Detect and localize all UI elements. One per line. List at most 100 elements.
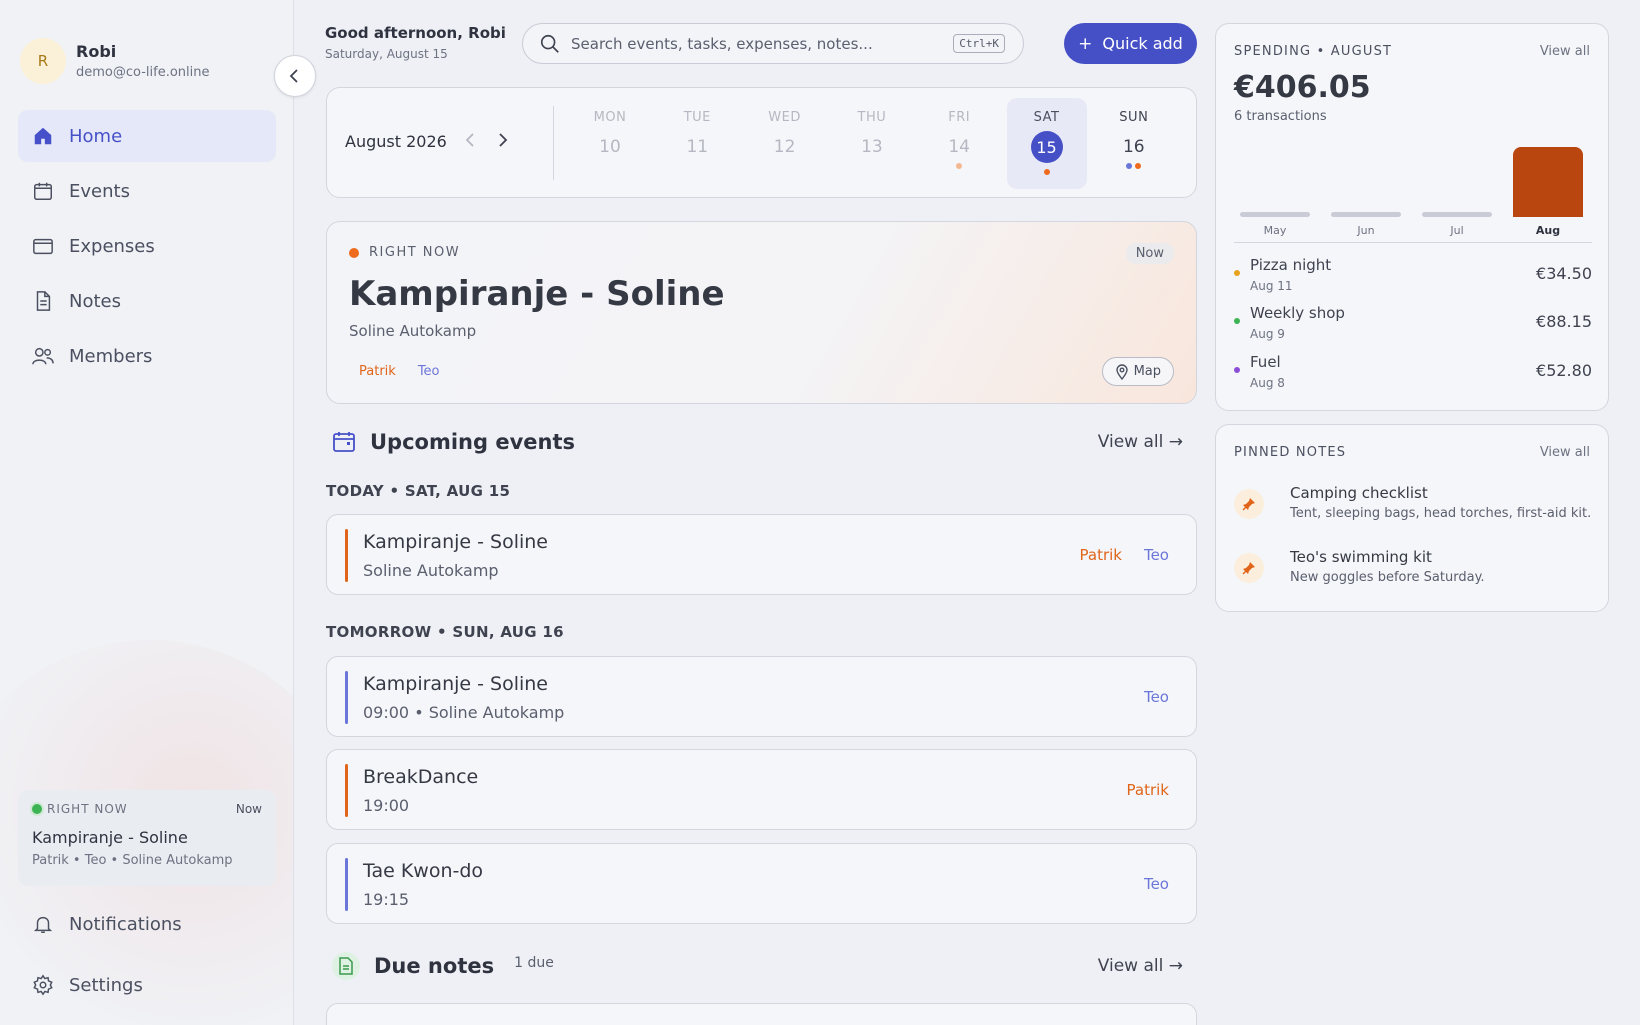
due-notes-header: Due notes 1 due View all →: [326, 952, 1197, 980]
day-number: 13: [861, 137, 883, 157]
sidebar-item-label: Members: [69, 345, 153, 367]
day-number: 12: [773, 137, 796, 157]
chevron-left-icon: [465, 133, 474, 147]
day-sun[interactable]: SUN 16: [1094, 98, 1174, 189]
sidebar-item-expenses[interactable]: Expenses: [18, 220, 276, 272]
event-card[interactable]: Kampiranje - Soline Soline Autokamp Patr…: [326, 514, 1197, 595]
event-card[interactable]: Kampiranje - Soline 09:00 • Soline Autok…: [326, 656, 1197, 737]
sidebar-item-label: Notes: [69, 290, 121, 312]
bar-jul[interactable]: [1422, 212, 1492, 217]
event-people: Teo: [1144, 688, 1169, 706]
day-name: THU: [857, 110, 887, 125]
collapse-sidebar-button[interactable]: [274, 55, 316, 97]
greeting: Good afternoon, Robi Saturday, August 15: [325, 24, 506, 61]
wallet-icon: [31, 234, 55, 258]
person-tag: Patrik: [359, 364, 396, 379]
live-dot: [349, 247, 359, 258]
week-divider: [553, 106, 554, 180]
person-tag: Patrik: [1126, 781, 1169, 799]
event-dots: [919, 163, 999, 169]
calendar-icon: [333, 432, 355, 452]
bar-label: Jul: [1450, 224, 1464, 237]
event-card[interactable]: BreakDance 19:00 Patrik: [326, 749, 1197, 830]
bar-jun[interactable]: [1331, 212, 1401, 217]
user-profile[interactable]: R Robi demo@co-life.online: [20, 38, 210, 84]
day-fri[interactable]: FRI 14: [919, 98, 999, 189]
next-week-button[interactable]: [491, 128, 515, 152]
map-pin-icon: [1115, 363, 1128, 380]
week-strip: August 2026 MON 10 TUE 11 WED 12 THU 13 FRI 14 SAT…: [326, 87, 1197, 198]
sidebar-item-label: Home: [69, 125, 123, 147]
day-thu[interactable]: THU 13: [832, 98, 912, 189]
pinned-notes-card: PINNED NOTES View all Camping checklist …: [1215, 424, 1609, 612]
sidebar-now-card[interactable]: RIGHT NOW Now Kampiranje - Soline Patrik…: [18, 790, 276, 886]
pin-icon: [1234, 489, 1264, 519]
bell-icon: [31, 912, 55, 936]
map-button[interactable]: Map: [1101, 357, 1174, 386]
search-icon: [540, 34, 559, 53]
members-icon: [31, 344, 55, 368]
bar-may[interactable]: [1240, 212, 1310, 217]
spending-card: SPENDING • AUGUST View all €406.05 6 tra…: [1215, 23, 1609, 411]
bar-aug[interactable]: [1513, 147, 1583, 217]
person-tag: Patrik: [1079, 546, 1122, 564]
quick-add-button[interactable]: + Quick add: [1064, 23, 1197, 64]
event-color-bar: [345, 671, 348, 724]
day-sat[interactable]: SAT 15: [1006, 98, 1087, 189]
event-name: Kampiranje - Soline: [363, 673, 548, 695]
chevron-right-icon: [499, 133, 508, 147]
sidebar-item-members[interactable]: Members: [18, 330, 276, 382]
sidebar-item-label: Settings: [69, 974, 143, 996]
due-note-card[interactable]: [326, 1003, 1197, 1025]
transaction-amount: €88.15: [1536, 312, 1592, 331]
event-card[interactable]: Tae Kwon-do 19:15 Teo: [326, 843, 1197, 924]
day-tue[interactable]: TUE 11: [657, 98, 737, 189]
day-mon[interactable]: MON 10: [570, 98, 650, 189]
bar-label: May: [1263, 224, 1287, 237]
avatar: R: [20, 38, 66, 84]
greeting-date: Saturday, August 15: [325, 47, 448, 61]
gear-icon: [31, 973, 55, 997]
event-meta: Soline Autokamp: [363, 561, 499, 580]
greeting-text: Good afternoon, Robi: [325, 24, 506, 42]
sidebar-item-events[interactable]: Events: [18, 165, 276, 217]
due-count: 1 due: [514, 955, 554, 971]
sidebar-item-notifications[interactable]: Notifications: [18, 895, 276, 953]
sidebar-item-notes[interactable]: Notes: [18, 275, 276, 327]
upcoming-events-header: Upcoming events View all →: [326, 430, 1197, 454]
now-event-sub: Patrik • Teo • Soline Autokamp: [32, 853, 233, 868]
event-meta: 09:00 • Soline Autokamp: [363, 703, 565, 722]
event-name: Tae Kwon-do: [363, 860, 484, 882]
search-input[interactable]: Search events, tasks, expenses, notes...…: [522, 23, 1024, 64]
note-preview: New goggles before Saturday.: [1290, 570, 1485, 585]
transaction-name: Fuel: [1250, 353, 1281, 371]
transaction-name: Pizza night: [1250, 256, 1332, 274]
right-now-label: RIGHT NOW: [349, 245, 460, 260]
due-notes-view-all-link[interactable]: View all →: [1098, 956, 1183, 976]
upcoming-view-all-link[interactable]: View all →: [1098, 432, 1183, 452]
bar-label: Aug: [1535, 224, 1561, 237]
sidebar-item-home[interactable]: Home: [18, 110, 276, 162]
person-tag: Teo: [417, 364, 440, 379]
spending-view-all-link[interactable]: View all: [1540, 44, 1590, 59]
event-dot: [1126, 163, 1133, 169]
event-meta: 19:15: [363, 890, 410, 909]
note-icon: [31, 289, 55, 313]
plus-icon: +: [1078, 33, 1093, 54]
person-tag: Teo: [1143, 688, 1169, 706]
day-wed[interactable]: WED 12: [745, 98, 825, 189]
sidebar-item-settings[interactable]: Settings: [18, 956, 276, 1014]
note-title: Camping checklist: [1290, 484, 1428, 502]
home-icon: [31, 124, 55, 148]
pinned-title: PINNED NOTES: [1234, 445, 1347, 460]
note-icon: [332, 952, 360, 980]
pinned-view-all-link[interactable]: View all: [1540, 445, 1590, 460]
right-now-card[interactable]: RIGHT NOW Now Kampiranje - Soline Soline…: [326, 221, 1197, 404]
prev-week-button[interactable]: [458, 128, 482, 152]
chevron-left-icon: [289, 69, 298, 83]
right-now-title: Kampiranje - Soline: [349, 274, 725, 314]
event-name: Kampiranje - Soline: [363, 531, 548, 553]
event-dot: [1135, 163, 1142, 169]
section-title: Due notes: [374, 954, 495, 978]
event-color-bar: [345, 529, 348, 582]
